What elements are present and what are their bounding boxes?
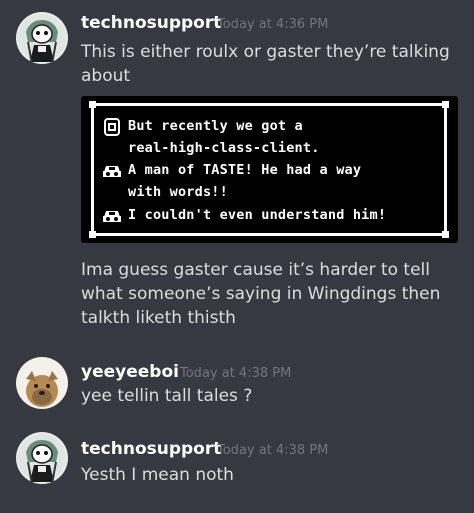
dialog-line: real-high-class-client.	[128, 140, 320, 156]
avatar[interactable]	[16, 12, 68, 64]
car-face-icon	[103, 211, 121, 222]
username[interactable]: technosupport	[81, 439, 221, 459]
timestamp: Today at 4:38 PM	[180, 366, 292, 381]
embedded-image[interactable]: But recently we got a real-high-class-cl…	[81, 96, 458, 243]
username[interactable]: technosupport	[81, 13, 221, 33]
username[interactable]: yeeyeeboi	[81, 362, 179, 382]
message-text: yee tellin tall tales ?	[81, 386, 253, 406]
avatar-sans-image	[16, 432, 68, 484]
car-face-icon	[103, 166, 121, 177]
avatar[interactable]	[16, 432, 68, 484]
avatar-dog-image	[16, 357, 68, 409]
dialog-line: I couldn't even understand him!	[128, 207, 387, 223]
dialog-line: A man of TASTE! He had a way	[128, 162, 362, 178]
dialog-line: with words!!	[128, 184, 228, 200]
avatar-sans-image	[16, 12, 68, 64]
timestamp: Today at 4:38 PM	[217, 443, 329, 458]
message-text: Ima guess gaster cause it’s harder to te…	[81, 260, 441, 328]
avatar[interactable]	[16, 357, 68, 409]
dialog-line: But recently we got a	[128, 118, 303, 134]
message-text: Yesth I mean noth	[81, 465, 234, 485]
message-text: This is either roulx or gaster they’re t…	[81, 42, 450, 86]
timestamp: Today at 4:36 PM	[217, 17, 329, 32]
phone-icon	[104, 118, 120, 136]
undertale-dialog-box: But recently we got a real-high-class-cl…	[89, 101, 449, 238]
